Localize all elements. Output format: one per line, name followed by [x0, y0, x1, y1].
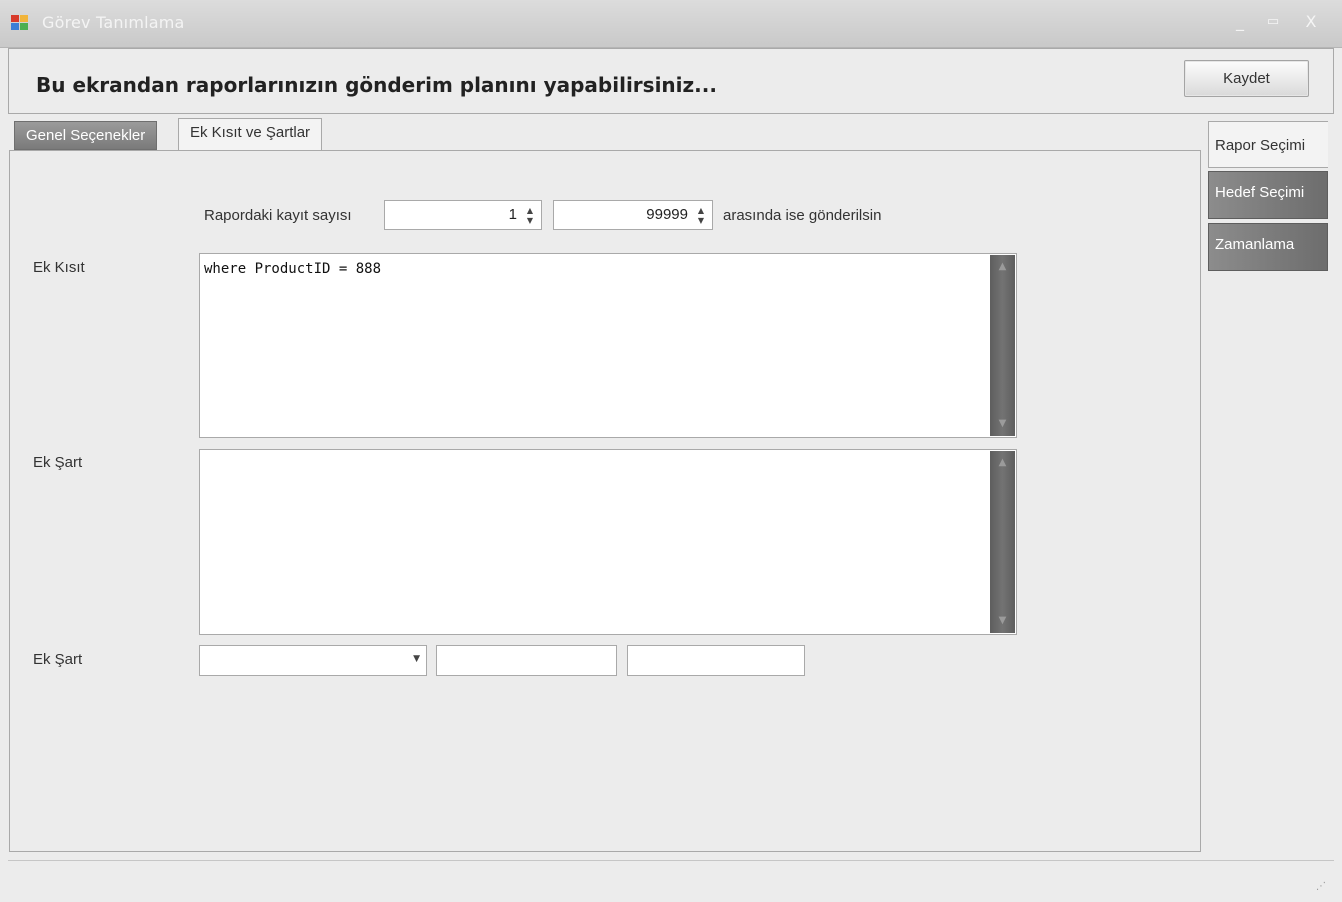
constraint-scrollbar[interactable]: ▲ ▼ — [990, 255, 1015, 436]
tab-content-panel: Rapordaki kayıt sayısı 1 ▲ ▼ 99999 ▲ ▼ a… — [9, 150, 1201, 852]
constraint-label: Ek Kısıt — [33, 259, 85, 276]
spin-up-icon[interactable]: ▲ — [696, 207, 706, 215]
condition-textarea[interactable]: ▲ ▼ — [199, 449, 1017, 635]
condition2-combo[interactable]: ▼ — [199, 645, 427, 676]
condition-label: Ek Şart — [33, 454, 83, 471]
side-tab-rapor-secimi[interactable]: Rapor Seçimi — [1208, 121, 1328, 168]
constraint-textarea[interactable]: where ProductID = 888 ▲ ▼ — [199, 253, 1017, 438]
minimize-icon[interactable]: _ — [1229, 11, 1251, 33]
min-count-value: 1 — [508, 206, 517, 223]
status-bar: ⋰ — [8, 860, 1334, 898]
scroll-down-icon[interactable]: ▼ — [990, 611, 1015, 631]
save-button[interactable]: Kaydet — [1184, 60, 1309, 97]
scroll-down-icon[interactable]: ▼ — [990, 414, 1015, 434]
spin-up-icon[interactable]: ▲ — [525, 207, 535, 215]
window-titlebar[interactable]: Görev Tanımlama _ ▭ X — [0, 0, 1342, 48]
min-count-spinner[interactable]: 1 ▲ ▼ — [384, 200, 542, 230]
header-panel: Bu ekrandan raporlarınızın gönderim plan… — [8, 48, 1334, 114]
size-grip-icon[interactable]: ⋰ — [1316, 881, 1326, 892]
close-icon[interactable]: X — [1300, 11, 1322, 33]
condition2-field2[interactable] — [627, 645, 805, 676]
app-icon — [11, 15, 29, 31]
side-tab-hedef-secimi[interactable]: Hedef Seçimi — [1208, 171, 1328, 219]
record-count-label: Rapordaki kayıt sayısı — [204, 207, 352, 224]
window-title: Görev Tanımlama — [42, 13, 185, 32]
tab-ek-kisit-ve-sartlar[interactable]: Ek Kısıt ve Şartlar — [178, 118, 323, 151]
condition2-label: Ek Şart — [33, 651, 83, 668]
spin-down-icon[interactable]: ▼ — [696, 217, 706, 225]
constraint-text: where ProductID = 888 — [204, 261, 382, 277]
side-tab-zamanlama[interactable]: Zamanlama — [1208, 223, 1328, 271]
spin-down-icon[interactable]: ▼ — [525, 217, 535, 225]
condition2-field1[interactable] — [436, 645, 617, 676]
scroll-up-icon[interactable]: ▲ — [990, 453, 1015, 473]
tab-genel-secenekler[interactable]: Genel Seçenekler — [14, 121, 158, 150]
chevron-down-icon[interactable]: ▼ — [413, 654, 420, 664]
condition-scrollbar[interactable]: ▲ ▼ — [990, 451, 1015, 633]
max-count-spinner[interactable]: 99999 ▲ ▼ — [553, 200, 713, 230]
between-text: arasında ise gönderilsin — [723, 207, 882, 224]
maximize-icon[interactable]: ▭ — [1262, 11, 1284, 33]
scroll-up-icon[interactable]: ▲ — [990, 257, 1015, 277]
page-title: Bu ekrandan raporlarınızın gönderim plan… — [36, 73, 717, 97]
max-count-value: 99999 — [646, 206, 688, 223]
